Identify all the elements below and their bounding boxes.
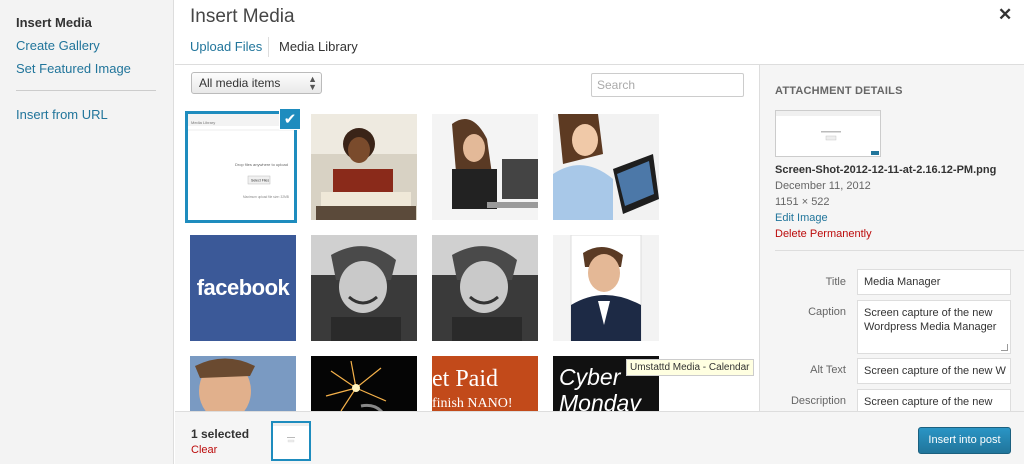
photo-woman-laptop (432, 114, 538, 220)
selected-check-icon[interactable]: ✔ (279, 108, 301, 130)
close-icon[interactable]: ✕ (998, 5, 1012, 25)
attachment-tile[interactable] (311, 114, 417, 220)
menu-item-create-gallery[interactable]: Create Gallery (16, 38, 100, 53)
photo-smiling-woman (553, 114, 659, 220)
finish-nano-text: finish NANO! (432, 396, 513, 411)
attachment-tile[interactable]: et Paid finish NANO! (432, 356, 538, 411)
photo-laughing-man (311, 235, 417, 341)
photo-man-portrait (190, 356, 296, 411)
resize-grip-icon[interactable] (1001, 344, 1008, 351)
tab-media-library[interactable]: Media Library (279, 39, 358, 54)
media-modal: Insert Media Create Gallery Set Featured… (0, 0, 1024, 464)
thumb-select-files: Select Files (251, 179, 269, 183)
media-filter-value: All media items (199, 76, 281, 90)
attachment-tile[interactable] (553, 114, 659, 220)
details-divider (775, 250, 1024, 251)
menu-item-insert-media[interactable]: Insert Media (16, 15, 92, 30)
description-label: Description (790, 395, 846, 407)
selection-thumbnail[interactable] (271, 421, 311, 461)
details-thumbnail (775, 110, 881, 157)
modal-title: Insert Media (190, 6, 295, 27)
photo-sparkler (311, 356, 417, 411)
tab-divider (268, 37, 269, 57)
thumb-drop-text: Drop files anywhere to upload (235, 162, 288, 167)
selection-thumbnail-preview (273, 423, 309, 459)
cyber-text: Cyber (559, 364, 621, 390)
title-field[interactable]: Media Manager (857, 269, 1011, 295)
attachment-tile[interactable] (432, 235, 538, 341)
caption-textarea[interactable]: Screen capture of the new Wordpress Medi… (857, 300, 1011, 354)
attachment-dimensions: 1151 × 522 (775, 196, 830, 208)
insert-into-post-button[interactable]: Insert into post (918, 427, 1011, 454)
selection-count: 1 selected (191, 427, 250, 441)
tab-upload-files[interactable]: Upload Files (190, 39, 262, 54)
caption-label: Caption (808, 306, 846, 318)
media-menu: Insert Media Create Gallery Set Featured… (0, 0, 174, 464)
title-label: Title (825, 276, 846, 288)
details-screenshot-preview (776, 111, 880, 156)
attachment-tile[interactable] (311, 356, 417, 411)
select-arrows-icon: ▲ ▼ (308, 74, 317, 92)
menu-separator (16, 90, 156, 91)
attachment-tile[interactable] (432, 114, 538, 220)
attachment-details-heading: ATTACHMENT DETAILS (775, 85, 903, 97)
attachment-tile[interactable] (190, 356, 296, 411)
tooltip: Umstattd Media - Calendar (626, 359, 754, 376)
attachment-filename: Screen-Shot-2012-12-11-at-2.16.12-PM.png (775, 164, 997, 176)
monday-text: Monday (559, 390, 641, 411)
photo-student-books (311, 114, 417, 220)
media-filter-select[interactable]: All media items ▲ ▼ (191, 72, 322, 94)
caption-text: Screen capture of the new Wordpress Medi… (864, 307, 997, 333)
alt-text-label: Alt Text (810, 364, 846, 376)
photo-man-in-suit (553, 235, 659, 341)
attachment-tile[interactable] (311, 235, 417, 341)
thumb-header-text: Media Library (191, 120, 215, 125)
attachment-details-sidebar: ATTACHMENT DETAILS Screen-Shot-2012-12-1… (759, 65, 1024, 411)
description-textarea[interactable]: Screen capture of the new Wordpress Medi… (857, 389, 1011, 411)
delete-permanently-link[interactable]: Delete Permanently (775, 228, 872, 240)
facebook-logo-text: facebook (196, 275, 290, 300)
get-paid-text: et Paid (432, 366, 498, 392)
attachment-tile[interactable] (553, 235, 659, 341)
search-input[interactable]: Search (591, 73, 744, 97)
menu-item-insert-from-url[interactable]: Insert from URL (16, 107, 108, 122)
photo-laughing-man-duplicate (432, 235, 538, 341)
media-toolbar-footer: 1 selected Clear Insert into post (175, 411, 1024, 464)
thumb-max-size: Maximum upload file size: 32MB (243, 195, 289, 199)
menu-item-set-featured-image[interactable]: Set Featured Image (16, 61, 131, 76)
clear-selection-link[interactable]: Clear (191, 444, 217, 456)
attachment-tile[interactable]: facebook (190, 235, 296, 341)
edit-image-link[interactable]: Edit Image (775, 212, 828, 224)
attachment-date: December 11, 2012 (775, 180, 871, 192)
alt-text-field[interactable]: Screen capture of the new W (857, 358, 1011, 384)
